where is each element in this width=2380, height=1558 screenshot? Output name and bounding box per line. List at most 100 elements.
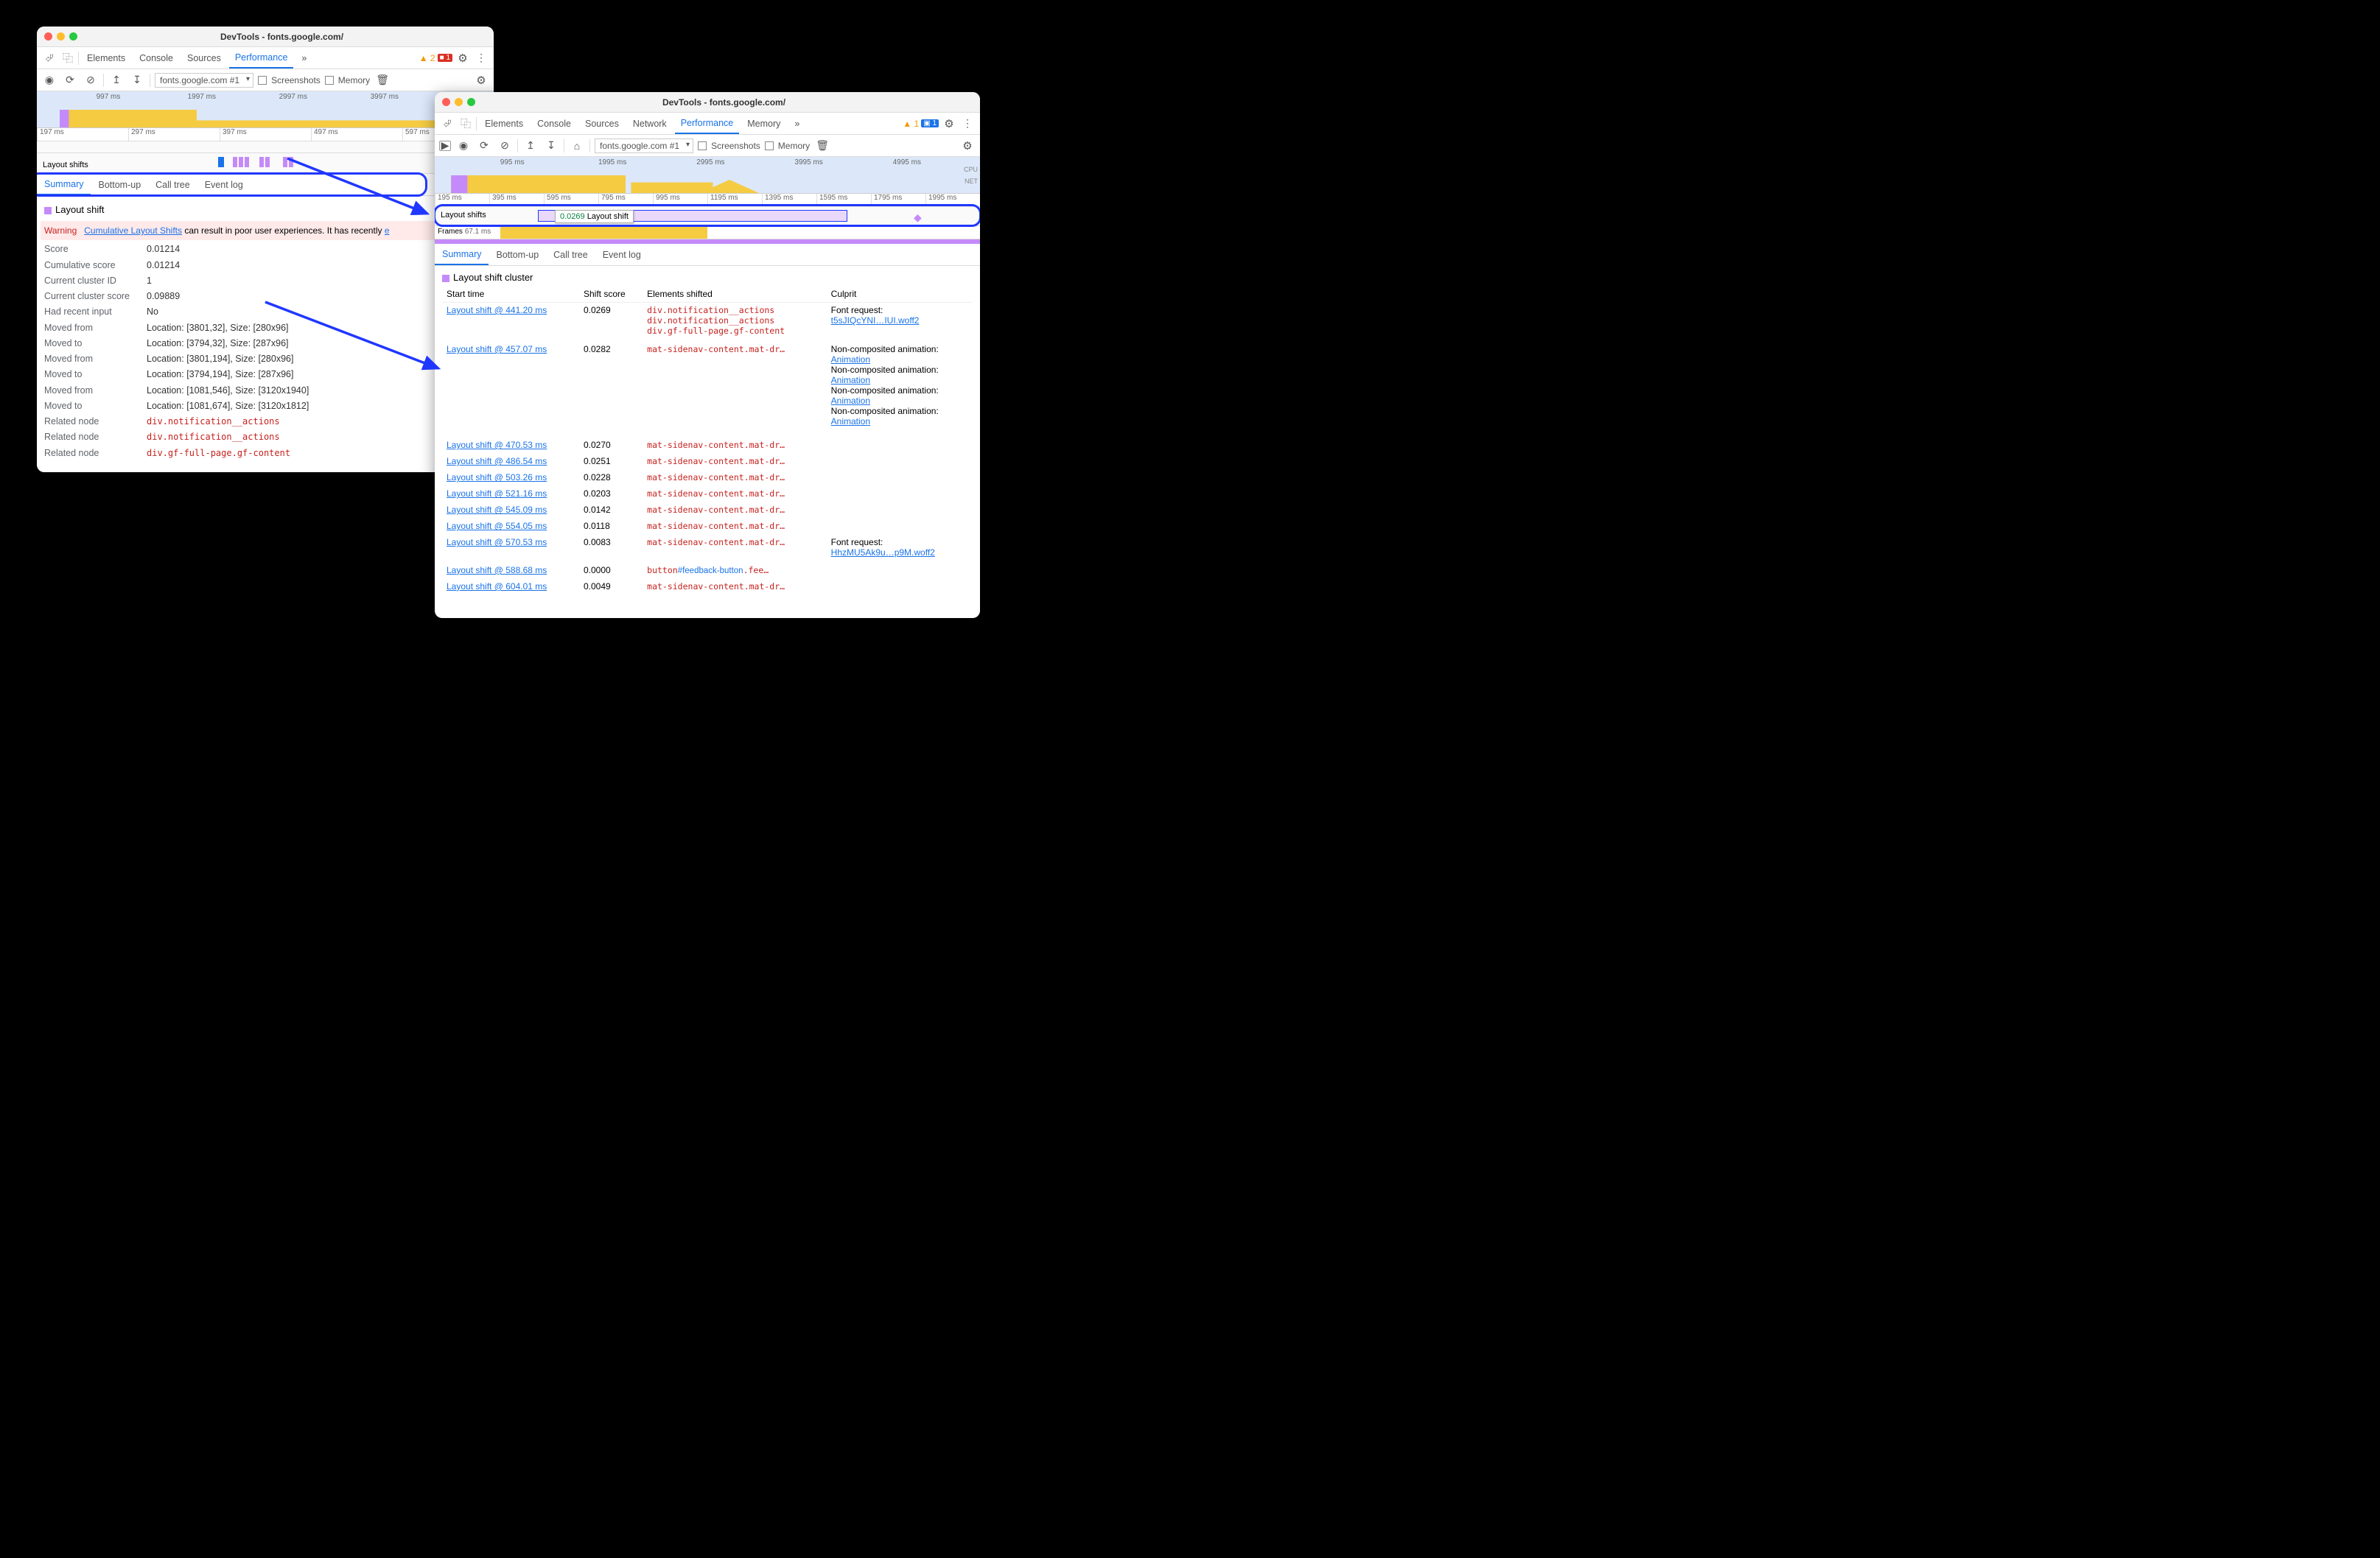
tab-sources[interactable]: Sources [181, 47, 227, 69]
overview-timeline[interactable]: 997 ms 1997 ms 2997 ms 3997 ms 4997 [37, 91, 494, 128]
tab-elements[interactable]: Elements [81, 47, 131, 69]
settings-icon[interactable]: ⚙ [941, 116, 957, 132]
traffic-lights[interactable] [44, 32, 77, 41]
minimize-icon[interactable] [455, 98, 463, 106]
animation-link[interactable]: Animation [831, 375, 968, 385]
memory-checkbox[interactable] [765, 141, 774, 150]
messages-badge[interactable]: ▣ 1 [921, 119, 939, 127]
network-track[interactable] [37, 141, 494, 153]
element-ref[interactable]: div.notification__actions [647, 315, 822, 326]
minimize-icon[interactable] [57, 32, 65, 41]
screenshots-checkbox[interactable] [258, 76, 267, 85]
shift-time-link[interactable]: Layout shift @ 486.54 ms [447, 456, 547, 466]
reload-icon[interactable]: ⟳ [476, 138, 492, 154]
page-select[interactable]: fonts.google.com #1 [155, 73, 253, 88]
maximize-icon[interactable] [467, 98, 475, 106]
tab-performance[interactable]: Performance [229, 47, 294, 69]
home-icon[interactable]: ⌂ [569, 138, 585, 154]
page-select[interactable]: fonts.google.com #1 [595, 138, 693, 153]
shift-time-link[interactable]: Layout shift @ 457.07 ms [447, 344, 547, 354]
close-icon[interactable] [44, 32, 52, 41]
subtab-calltree[interactable]: Call tree [546, 244, 595, 265]
shift-time-link[interactable]: Layout shift @ 604.01 ms [447, 581, 547, 592]
layout-shifts-track[interactable]: Layout shifts [37, 153, 494, 174]
time-ruler[interactable]: 197 ms 297 ms 397 ms 497 ms 597 ms [37, 128, 494, 141]
sidebar-icon[interactable]: ▶ [439, 141, 451, 151]
font-link[interactable]: t5sJIQcYNI…IUI.woff2 [831, 315, 968, 326]
element-ref[interactable]: button#feedback-button.fee… [647, 565, 769, 575]
inspect-icon[interactable]: ⮰ [41, 50, 57, 66]
trash-icon[interactable]: 🗑 [814, 138, 830, 154]
tab-sources[interactable]: Sources [579, 113, 625, 134]
animation-link[interactable]: Animation [831, 354, 968, 365]
screenshots-checkbox[interactable] [698, 141, 707, 150]
time-ruler[interactable]: 195 ms 395 ms 595 ms 795 ms 995 ms 1195 … [435, 194, 980, 207]
shift-time-link[interactable]: Layout shift @ 441.20 ms [447, 305, 547, 315]
upload-icon[interactable]: ↥ [522, 138, 539, 154]
related-node[interactable]: div.gf-full-page.gf-content [147, 448, 290, 458]
download-icon[interactable]: ↧ [543, 138, 559, 154]
device-icon[interactable]: ⿻ [458, 116, 474, 132]
element-ref[interactable]: mat-sidenav-content.mat-dr… [647, 505, 822, 515]
error-badge[interactable]: ■ 1 [438, 54, 452, 62]
clear-icon[interactable]: ⊘ [83, 72, 99, 88]
subtab-eventlog[interactable]: Event log [197, 174, 251, 195]
capture-settings-icon[interactable]: ⚙ [473, 72, 489, 88]
subtab-summary[interactable]: Summary [37, 174, 91, 195]
subtab-bottomup[interactable]: Bottom-up [489, 244, 546, 265]
shift-time-link[interactable]: Layout shift @ 570.53 ms [447, 537, 547, 547]
kebab-icon[interactable]: ⋮ [473, 50, 489, 66]
clear-icon[interactable]: ⊘ [497, 138, 513, 154]
subtab-eventlog[interactable]: Event log [595, 244, 648, 265]
download-icon[interactable]: ↧ [129, 72, 145, 88]
reload-icon[interactable]: ⟳ [62, 72, 78, 88]
tab-memory[interactable]: Memory [741, 113, 786, 134]
element-ref[interactable]: div.notification__actions [647, 305, 822, 315]
shift-time-link[interactable]: Layout shift @ 554.05 ms [447, 521, 547, 531]
animation-link[interactable]: Animation [831, 396, 968, 406]
inspect-icon[interactable]: ⮰ [439, 116, 455, 132]
element-ref[interactable]: mat-sidenav-content.mat-dr… [647, 537, 822, 547]
layout-shifts-track[interactable]: Layout shifts ◆ [435, 207, 980, 226]
related-node[interactable]: div.notification__actions [147, 416, 280, 427]
tab-network[interactable]: Network [627, 113, 673, 134]
tabs-more[interactable]: » [295, 47, 312, 69]
subtab-bottomup[interactable]: Bottom-up [91, 174, 148, 195]
upload-icon[interactable]: ↥ [108, 72, 125, 88]
subtab-summary[interactable]: Summary [435, 244, 489, 265]
cls-link[interactable]: Cumulative Layout Shifts [84, 225, 182, 236]
element-ref[interactable]: div.gf-full-page.gf-content [647, 326, 822, 336]
tabs-more[interactable]: » [788, 113, 805, 134]
trash-icon[interactable]: 🗑 [374, 72, 391, 88]
related-node[interactable]: div.notification__actions [147, 432, 280, 442]
element-ref[interactable]: mat-sidenav-content.mat-dr… [647, 521, 822, 531]
shift-time-link[interactable]: Layout shift @ 545.09 ms [447, 505, 547, 515]
animation-link[interactable]: Animation [831, 416, 968, 427]
font-link[interactable]: HhzMU5Ak9u…p9M.woff2 [831, 547, 968, 558]
element-ref[interactable]: mat-sidenav-content.mat-dr… [647, 581, 822, 592]
element-ref[interactable]: mat-sidenav-content.mat-dr… [647, 440, 822, 450]
element-ref[interactable]: mat-sidenav-content.mat-dr… [647, 344, 822, 354]
element-ref[interactable]: mat-sidenav-content.mat-dr… [647, 456, 822, 466]
element-ref[interactable]: mat-sidenav-content.mat-dr… [647, 472, 822, 483]
memory-checkbox[interactable] [325, 76, 334, 85]
record-icon[interactable]: ◉ [455, 138, 472, 154]
tab-console[interactable]: Console [531, 113, 577, 134]
overview-timeline[interactable]: 995 ms 1995 ms 2995 ms 3995 ms 4995 ms C… [435, 157, 980, 194]
shift-time-link[interactable]: Layout shift @ 521.16 ms [447, 488, 547, 499]
subtab-calltree[interactable]: Call tree [148, 174, 197, 195]
tab-elements[interactable]: Elements [479, 113, 529, 134]
maximize-icon[interactable] [69, 32, 77, 41]
shift-time-link[interactable]: Layout shift @ 470.53 ms [447, 440, 547, 450]
capture-settings-icon[interactable]: ⚙ [959, 138, 976, 154]
frames-track[interactable]: Frames 67.1 ms [435, 226, 980, 239]
device-icon[interactable]: ⿻ [60, 50, 76, 66]
tab-console[interactable]: Console [133, 47, 179, 69]
settings-icon[interactable]: ⚙ [455, 50, 471, 66]
traffic-lights[interactable] [442, 98, 475, 106]
tab-performance[interactable]: Performance [675, 113, 740, 134]
element-ref[interactable]: mat-sidenav-content.mat-dr… [647, 488, 822, 499]
shift-time-link[interactable]: Layout shift @ 503.26 ms [447, 472, 547, 483]
shift-time-link[interactable]: Layout shift @ 588.68 ms [447, 565, 547, 575]
record-icon[interactable]: ◉ [41, 72, 57, 88]
